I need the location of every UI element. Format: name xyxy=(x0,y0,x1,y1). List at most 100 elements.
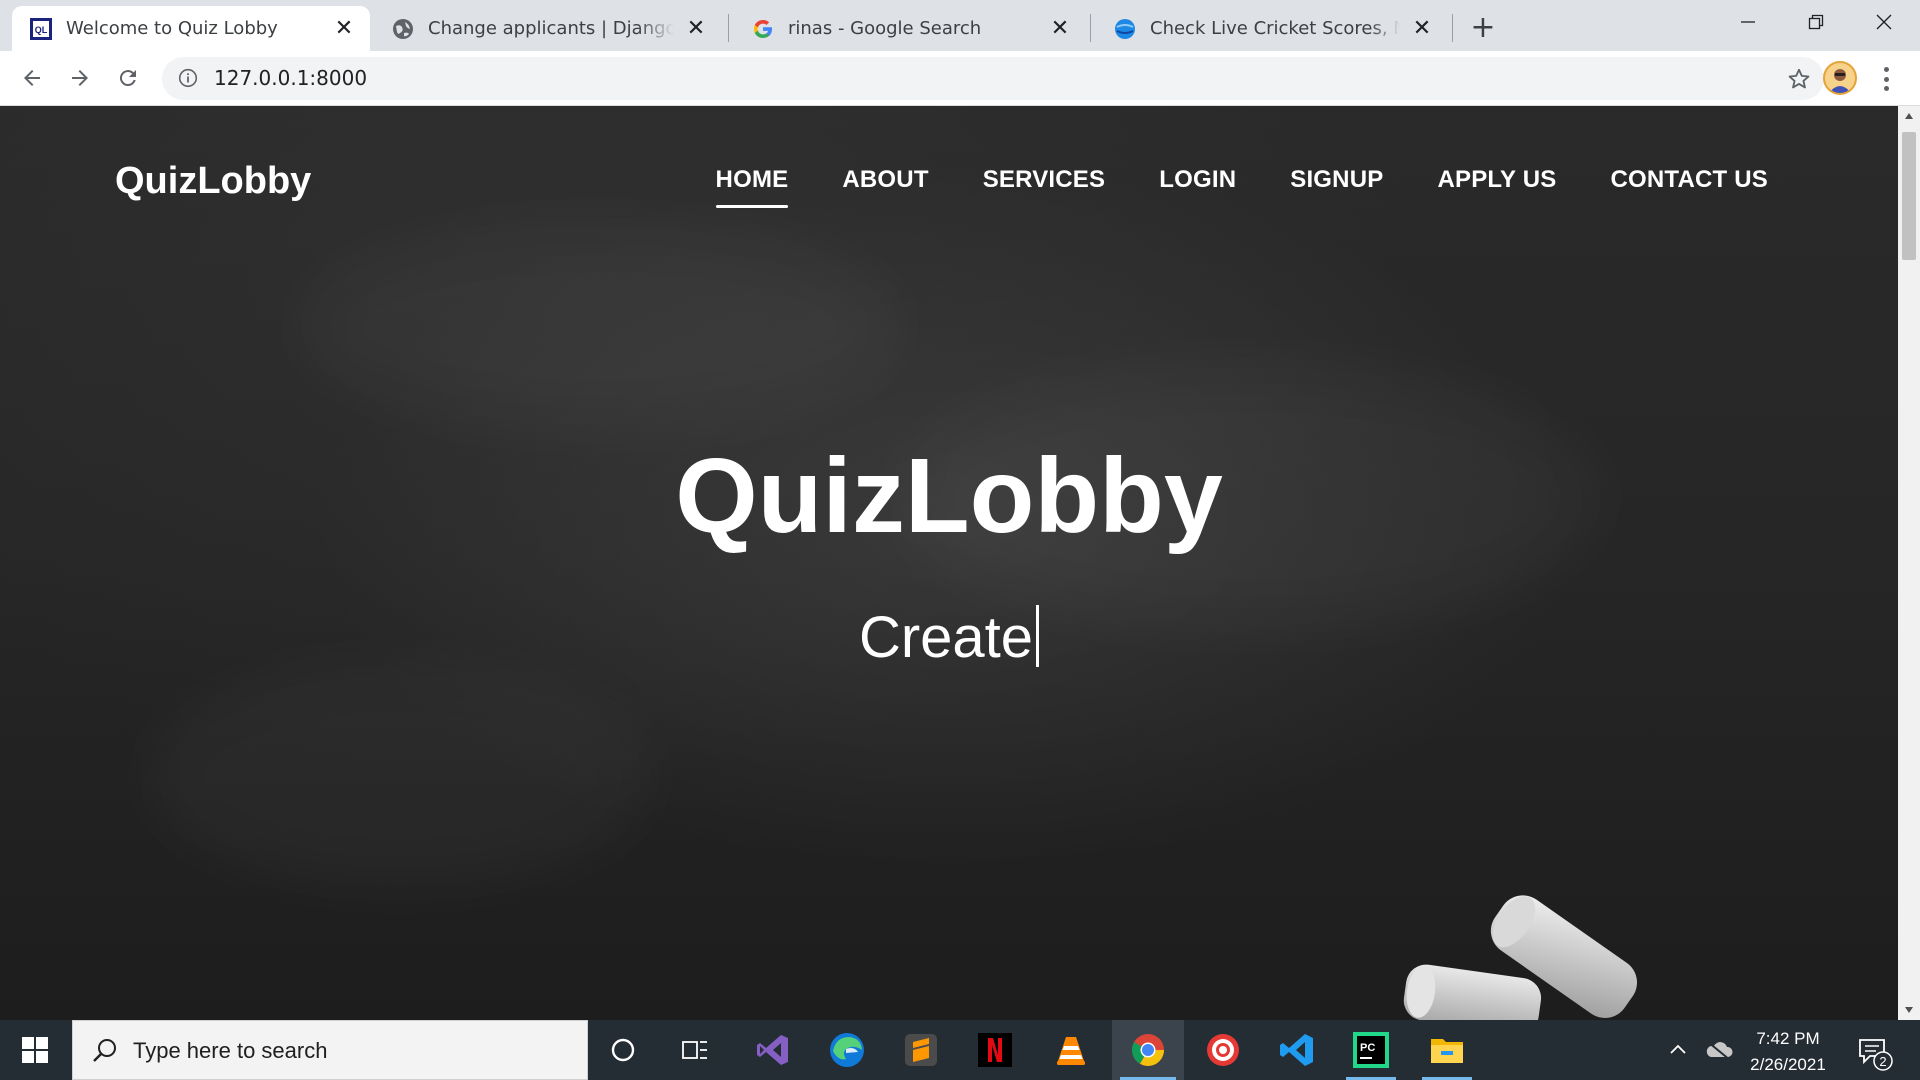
close-tab-icon[interactable]: ✕ xyxy=(1048,16,1072,41)
nav-about[interactable]: ABOUT xyxy=(842,166,928,194)
system-clock[interactable]: 7:42 PM 2/26/2021 xyxy=(1728,1020,1848,1080)
nav-home[interactable]: HOME xyxy=(715,166,789,208)
vlc-icon xyxy=(1057,1037,1085,1065)
action-center-icon[interactable]: 2 xyxy=(1854,1032,1894,1072)
nav-services[interactable]: SERVICES xyxy=(983,166,1106,194)
svg-text:QL: QL xyxy=(35,25,48,35)
nav-login[interactable]: LOGIN xyxy=(1159,166,1236,194)
close-tab-icon[interactable]: ✕ xyxy=(332,16,356,41)
profile-avatar[interactable] xyxy=(1823,61,1857,95)
bookmark-star-icon[interactable] xyxy=(1786,66,1812,92)
windows-taskbar: Type here to search PC 7:42 PM 2/26/2021 xyxy=(0,1020,1920,1080)
tab-strip: QL Welcome to Quiz Lobby ✕ Change applic… xyxy=(0,0,1920,51)
clock-time: 7:42 PM xyxy=(1756,1029,1820,1048)
restore-icon xyxy=(1808,14,1824,30)
nav-contact-us[interactable]: CONTACT US xyxy=(1610,166,1768,194)
reload-icon xyxy=(119,70,136,87)
scroll-thumb[interactable] xyxy=(1902,132,1916,260)
tab-separator xyxy=(728,14,729,42)
edge-app[interactable] xyxy=(814,1020,880,1080)
restore-button[interactable] xyxy=(1782,0,1850,44)
chrome-app[interactable] xyxy=(1112,1020,1184,1080)
close-tab-icon[interactable]: ✕ xyxy=(1410,16,1434,41)
start-button[interactable] xyxy=(0,1020,70,1080)
hero-title: QuizLobby xyxy=(675,437,1223,555)
sublime-text-icon xyxy=(905,1034,937,1066)
tab-title: Change applicants | Django site admin xyxy=(428,18,674,39)
browser-menu-button[interactable] xyxy=(1874,63,1898,95)
minimize-button[interactable] xyxy=(1714,0,1782,44)
info-icon[interactable] xyxy=(178,68,198,88)
netflix-app[interactable] xyxy=(962,1020,1028,1080)
chalk-pieces-image xyxy=(1403,895,1638,1020)
visual-studio-icon xyxy=(757,1035,788,1065)
cortana-icon xyxy=(611,1038,635,1062)
nav-signup[interactable]: SIGNUP xyxy=(1290,166,1383,194)
show-hidden-icons-chevron-icon[interactable] xyxy=(1666,1038,1690,1062)
scroll-up-button[interactable] xyxy=(1898,106,1920,126)
tab-google-search[interactable]: rinas - Google Search ✕ xyxy=(734,6,1086,51)
page-scrollbar[interactable] xyxy=(1898,106,1920,1020)
reload-button[interactable] xyxy=(110,60,146,96)
globe-icon xyxy=(392,18,414,40)
page-viewport: QuizLobby HOME ABOUT SERVICES LOGIN SIGN… xyxy=(0,106,1898,1020)
triangle-down-icon xyxy=(1905,1007,1913,1013)
tab-django-admin[interactable]: Change applicants | Django site admin ✕ xyxy=(374,6,722,51)
url-text[interactable]: 127.0.0.1:8000 xyxy=(214,57,367,100)
google-icon xyxy=(752,18,774,40)
minimize-icon xyxy=(1741,21,1755,23)
tab-title: rinas - Google Search xyxy=(788,18,982,39)
vscode-app[interactable] xyxy=(1264,1020,1330,1080)
file-explorer-app[interactable] xyxy=(1414,1020,1480,1080)
chalk-smudge xyxy=(150,666,650,886)
netflix-icon xyxy=(978,1033,1012,1067)
quizlobby-favicon: QL xyxy=(30,17,52,40)
sublime-text-app[interactable] xyxy=(888,1020,954,1080)
typing-caret xyxy=(1036,605,1040,667)
site-logo[interactable]: QuizLobby xyxy=(115,160,311,203)
back-button[interactable] xyxy=(14,60,50,96)
main-navigation: HOME ABOUT SERVICES LOGIN SIGNUP APPLY U… xyxy=(715,166,1768,208)
task-view-button[interactable] xyxy=(662,1020,728,1080)
file-explorer-icon xyxy=(1431,1039,1463,1063)
tab-separator xyxy=(1452,14,1453,42)
visual-studio-app[interactable] xyxy=(740,1020,806,1080)
cortana-button[interactable] xyxy=(590,1020,656,1080)
arrow-left-icon xyxy=(24,70,40,86)
forward-button[interactable] xyxy=(62,60,98,96)
search-icon xyxy=(93,1039,116,1062)
new-tab-button[interactable]: + xyxy=(1466,10,1500,45)
tab-welcome-quiz-lobby[interactable]: QL Welcome to Quiz Lobby ✕ xyxy=(12,6,370,51)
triangle-up-icon xyxy=(1905,113,1913,119)
edge-icon xyxy=(830,1033,864,1067)
tab-title: Welcome to Quiz Lobby xyxy=(66,18,278,39)
pycharm-app[interactable]: PC xyxy=(1338,1020,1404,1080)
chrome-icon xyxy=(1131,1034,1164,1066)
cricket-icon xyxy=(1114,18,1136,40)
address-bar[interactable]: 127.0.0.1:8000 xyxy=(162,57,1824,100)
svg-text:PC: PC xyxy=(1360,1042,1375,1054)
vlc-app[interactable] xyxy=(1038,1020,1104,1080)
chrome-canary-app[interactable] xyxy=(1190,1020,1256,1080)
chrome-canary-icon xyxy=(1207,1034,1239,1066)
chalk-smudge xyxy=(300,226,900,426)
avatar-icon xyxy=(1825,63,1855,93)
vscode-icon xyxy=(1280,1034,1313,1066)
taskbar-search-box[interactable]: Type here to search xyxy=(72,1020,588,1080)
close-tab-icon[interactable]: ✕ xyxy=(684,16,708,41)
clock-date: 2/26/2021 xyxy=(1750,1055,1826,1074)
close-icon xyxy=(1876,14,1892,30)
search-placeholder: Type here to search xyxy=(133,1038,328,1063)
windows-logo-icon xyxy=(22,1037,48,1063)
notification-count: 2 xyxy=(1879,1054,1886,1069)
task-view-icon xyxy=(682,1041,707,1059)
hero-typed-text: Create xyxy=(0,604,1898,671)
tab-separator xyxy=(1090,14,1091,42)
nav-apply-us[interactable]: APPLY US xyxy=(1437,166,1556,194)
scroll-down-button[interactable] xyxy=(1898,1000,1920,1020)
browser-toolbar: 127.0.0.1:8000 xyxy=(0,51,1920,106)
pycharm-icon: PC xyxy=(1353,1032,1389,1068)
tab-cricket-scores[interactable]: Check Live Cricket Scores, Match Schedul… xyxy=(1096,6,1448,51)
typed-word: Create xyxy=(858,605,1034,670)
close-window-button[interactable] xyxy=(1850,0,1918,44)
